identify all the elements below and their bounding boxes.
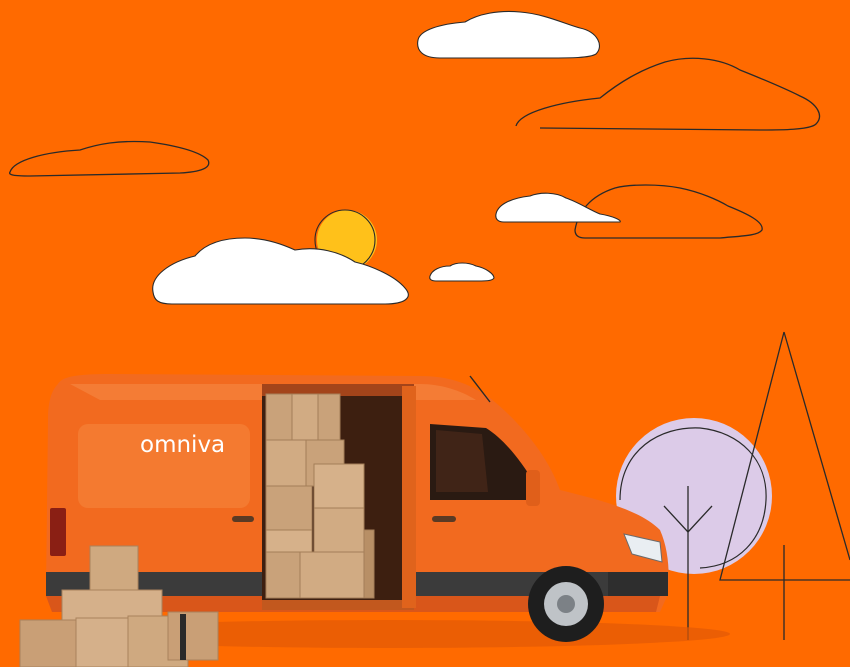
- side-mirror: [526, 470, 540, 506]
- front-grille: [608, 572, 668, 596]
- cab-door-handle: [432, 516, 456, 522]
- tail-light: [50, 508, 66, 556]
- delivery-scene: omniva: [0, 0, 850, 667]
- rear-door-handle: [232, 516, 254, 522]
- van-logo-text: omniva: [140, 432, 225, 458]
- sliding-door-edge: [402, 386, 416, 608]
- cab-window-reflection: [436, 430, 488, 492]
- front-wheel: [528, 566, 604, 642]
- cargo-floor: [262, 600, 414, 610]
- illustration-canvas: omniva: [0, 0, 850, 667]
